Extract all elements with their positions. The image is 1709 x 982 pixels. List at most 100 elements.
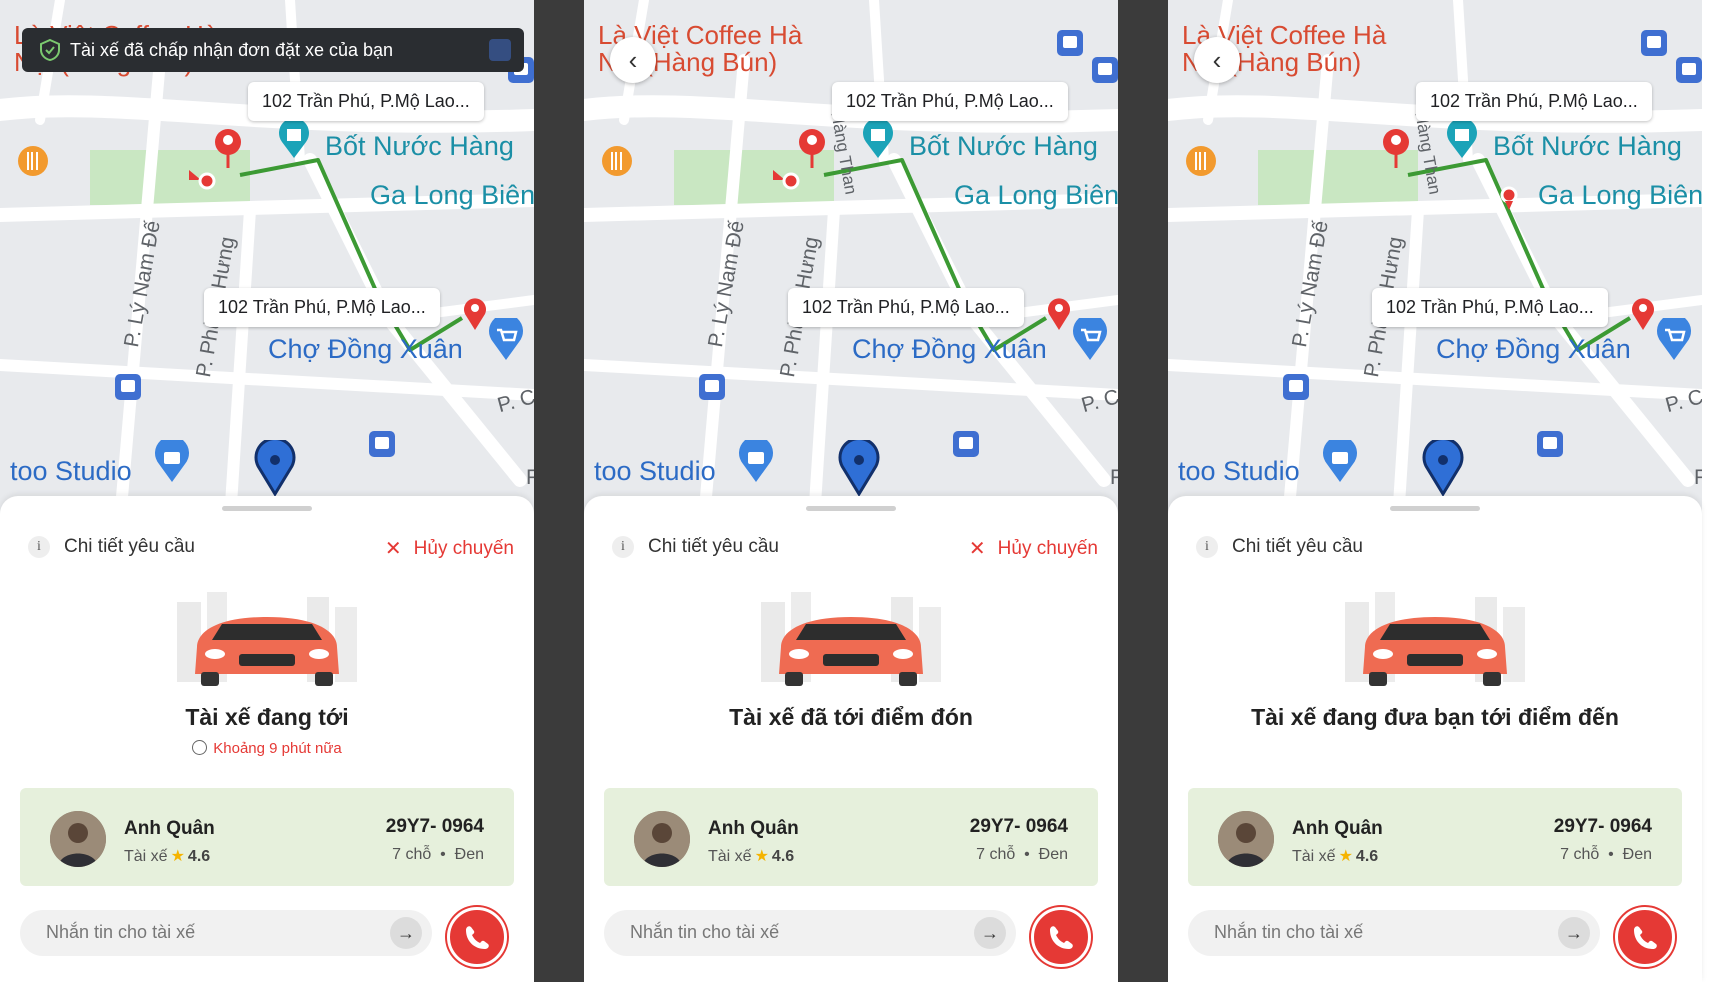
destination-pin-icon[interactable]	[1630, 296, 1656, 332]
poi-bot-nuoc-label[interactable]: Bốt Nước Hàng	[325, 131, 514, 162]
street-label: P	[526, 466, 534, 489]
shopping-bag-icon[interactable]	[152, 440, 192, 484]
pickup-address-bubble[interactable]: 102 Trần Phú, P.Mộ Lao...	[248, 82, 484, 121]
car-description: 7 chỗ • Đen	[392, 846, 484, 864]
bus-stop-icon[interactable]	[113, 372, 143, 402]
call-button[interactable]	[1031, 907, 1091, 967]
eta-text: Khoảng 9 phút nữa	[0, 740, 534, 757]
car-description: 7 chỗ • Đen	[976, 846, 1068, 864]
pickup-pin-icon[interactable]	[212, 128, 244, 168]
poi-ga-long-bien-label[interactable]: Ga Long Biên	[1538, 180, 1702, 211]
shopping-cart-icon[interactable]	[486, 318, 526, 362]
current-location-pin-icon[interactable]	[252, 440, 298, 496]
message-input[interactable]: Nhắn tin cho tài xế →	[20, 910, 432, 956]
shopping-bag-icon[interactable]	[736, 440, 776, 484]
destination-address-bubble[interactable]: 102 Trần Phú, P.Mộ Lao...	[788, 288, 1024, 327]
poi-ga-long-bien-label[interactable]: Ga Long Biên	[370, 180, 534, 211]
pickup-address-bubble[interactable]: 102 Trần Phú, P.Mộ Lao...	[832, 82, 1068, 121]
driver-avatar	[50, 811, 106, 867]
bus-stop-icon[interactable]	[1639, 28, 1669, 58]
poi-studio-label[interactable]: too Studio	[10, 456, 132, 487]
cancel-trip-button[interactable]: ✕ Hủy chuyến	[385, 536, 514, 561]
bus-stop-icon[interactable]	[1090, 55, 1118, 85]
message-input[interactable]: Nhắn tin cho tài xế →	[1188, 910, 1600, 956]
poi-bot-nuoc-label[interactable]: Bốt Nước Hàng	[909, 131, 1098, 162]
bus-stop-icon[interactable]	[1535, 429, 1565, 459]
driver-rating: 4.6	[1355, 848, 1379, 865]
destination-address-bubble[interactable]: 102 Trần Phú, P.Mộ Lao...	[204, 288, 440, 327]
driver-avatar	[1218, 811, 1274, 867]
poi-cho-dong-xuan-label[interactable]: Chợ Đồng Xuân	[1436, 334, 1631, 365]
request-details-link[interactable]: i Chi tiết yêu cầu	[612, 536, 779, 558]
map-view[interactable]: Là Việt Coffee Hà Nội (Hàng Bún) Bốt Nướ…	[1168, 0, 1702, 520]
trip-status-title: Tài xế đang tới	[185, 704, 349, 730]
poi-cho-dong-xuan-label[interactable]: Chợ Đồng Xuân	[852, 334, 1047, 365]
driver-card[interactable]: Anh Quân Tài xế ★ 4.6 29Y7- 0964 7 chỗ • Đ…	[20, 788, 514, 886]
poi-cho-dong-xuan-label[interactable]: Chợ Đồng Xuân	[268, 334, 463, 365]
poi-ga-long-bien-label[interactable]: Ga Long Biên	[954, 180, 1118, 211]
send-button[interactable]: →	[974, 917, 1006, 949]
send-button[interactable]: →	[1558, 917, 1590, 949]
bot-nuoc-icon[interactable]	[860, 120, 896, 160]
restaurant-icon[interactable]	[1185, 145, 1217, 177]
pickup-pin-icon[interactable]	[796, 128, 828, 168]
bus-stop-icon[interactable]	[1281, 372, 1311, 402]
street-label: P	[1694, 466, 1702, 489]
restaurant-icon[interactable]	[17, 145, 49, 177]
back-button[interactable]: ‹	[1194, 37, 1240, 83]
shopping-bag-icon[interactable]	[1320, 440, 1360, 484]
request-details-link[interactable]: i Chi tiết yêu cầu	[28, 536, 195, 558]
panel-divider	[1118, 0, 1168, 982]
current-location-pin-icon[interactable]	[1420, 440, 1466, 496]
poi-studio-label[interactable]: too Studio	[594, 456, 716, 487]
bus-stop-icon[interactable]	[367, 429, 397, 459]
shopping-cart-icon[interactable]	[1070, 318, 1110, 362]
bot-nuoc-icon[interactable]	[276, 120, 312, 160]
car-seats: 7 chỗ	[1560, 846, 1600, 863]
close-icon: ✕	[968, 538, 986, 560]
bus-stop-icon[interactable]	[951, 429, 981, 459]
call-button[interactable]	[1615, 907, 1675, 967]
destination-pin-icon[interactable]	[462, 296, 488, 332]
drag-handle[interactable]	[1390, 506, 1480, 511]
drag-handle[interactable]	[222, 506, 312, 511]
poi-studio-label[interactable]: too Studio	[1178, 456, 1300, 487]
car-illustration	[1345, 592, 1525, 686]
call-button[interactable]	[447, 907, 507, 967]
drag-handle[interactable]	[806, 506, 896, 511]
cancel-trip-label: Hủy chuyến	[413, 537, 514, 559]
driver-location-icon	[189, 170, 216, 190]
map-view[interactable]: Là Việt Coffee Hà Nội (Hàng Bún) Bốt Nướ…	[0, 0, 534, 520]
cancel-trip-label: Hủy chuyến	[997, 537, 1098, 559]
destination-address-bubble[interactable]: 102 Trần Phú, P.Mộ Lao...	[1372, 288, 1608, 327]
phone-icon	[1050, 926, 1073, 949]
driver-card[interactable]: Anh Quân Tài xế ★ 4.6 29Y7- 0964 7 chỗ • Đ…	[1188, 788, 1682, 886]
driver-rating: 4.6	[187, 848, 211, 865]
car-description: 7 chỗ • Đen	[1560, 846, 1652, 864]
send-button[interactable]: →	[390, 917, 422, 949]
message-input[interactable]: Nhắn tin cho tài xế →	[604, 910, 1016, 956]
license-plate: 29Y7- 0964	[969, 816, 1068, 837]
current-location-pin-icon[interactable]	[836, 440, 882, 496]
driver-card[interactable]: Anh Quân Tài xế ★ 4.6 29Y7- 0964 7 chỗ • Đ…	[604, 788, 1098, 886]
bot-nuoc-icon[interactable]	[1444, 120, 1480, 160]
pickup-address-bubble[interactable]: 102 Trần Phú, P.Mộ Lao...	[1416, 82, 1652, 121]
cancel-trip-button[interactable]: ✕ Hủy chuyến	[969, 536, 1098, 561]
driver-name: Anh Quân	[708, 818, 799, 839]
destination-pin-icon[interactable]	[1046, 296, 1072, 332]
pickup-pin-icon[interactable]	[1380, 128, 1412, 168]
request-details-link[interactable]: i Chi tiết yêu cầu	[1196, 536, 1363, 558]
bus-stop-icon[interactable]	[1055, 28, 1085, 58]
restaurant-icon[interactable]	[601, 145, 633, 177]
poi-bot-nuoc-label[interactable]: Bốt Nước Hàng	[1493, 131, 1682, 162]
driver-location-icon	[773, 170, 800, 190]
driver-role-label: Tài xế	[124, 848, 168, 865]
bus-stop-icon[interactable]	[1674, 55, 1702, 85]
screen-driver-arrived: Là Việt Coffee Hà Nội (Hàng Bún) Bốt Nướ…	[584, 0, 1118, 982]
shopping-cart-icon[interactable]	[1654, 318, 1694, 362]
map-view[interactable]: Là Việt Coffee Hà Nội (Hàng Bún) Bốt Nướ…	[584, 0, 1118, 520]
bus-stop-icon[interactable]	[697, 372, 727, 402]
shield-check-icon	[40, 38, 60, 62]
request-details-label: Chi tiết yêu cầu	[648, 536, 779, 557]
back-button[interactable]: ‹	[610, 37, 656, 83]
